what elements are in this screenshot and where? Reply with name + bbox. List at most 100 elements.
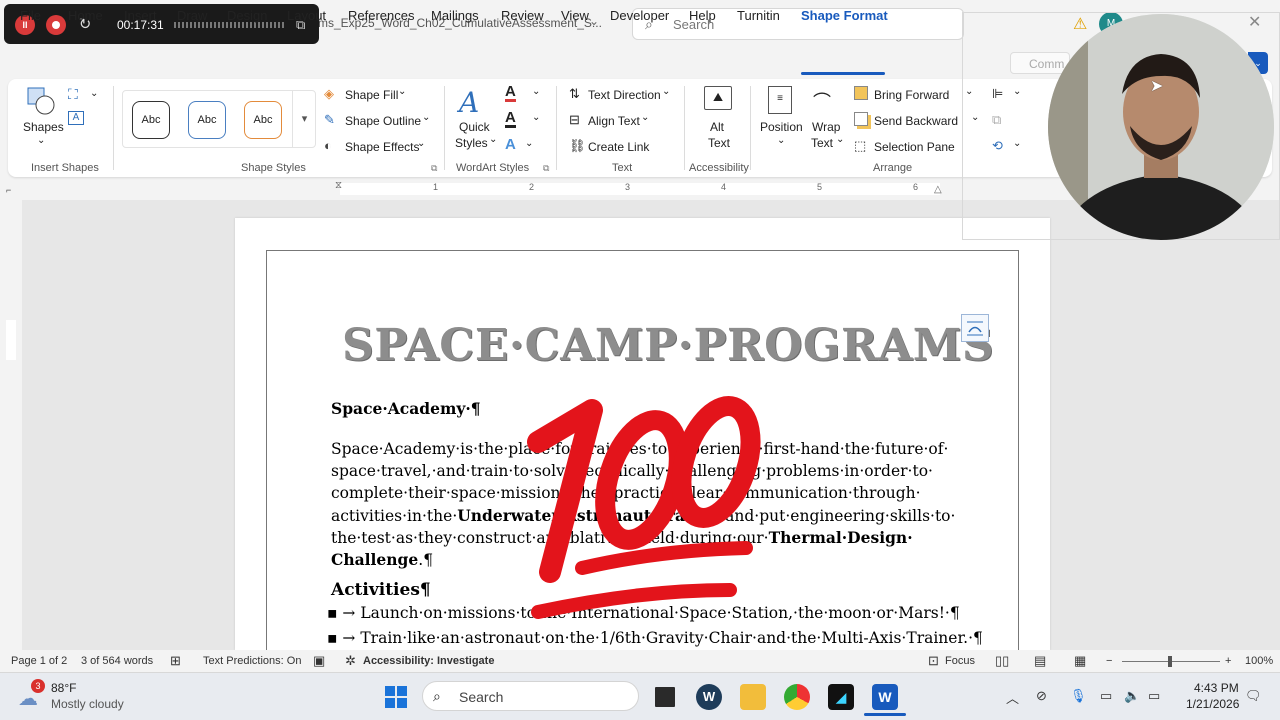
style-swatch-dark[interactable]: Abc bbox=[132, 101, 170, 139]
chrome-icon[interactable] bbox=[784, 684, 810, 710]
zoom-in-icon[interactable]: + bbox=[1225, 655, 1231, 667]
tab-home[interactable]: Home bbox=[68, 8, 103, 23]
pen-outline-icon[interactable]: ✎ bbox=[324, 112, 335, 128]
gallery-more-icon[interactable]: ▾ bbox=[292, 90, 316, 148]
chevron-down-icon[interactable]: ⌄ bbox=[532, 86, 540, 97]
quick-styles-icon[interactable]: A bbox=[459, 86, 479, 119]
text-predictions-status[interactable]: Text Predictions: On bbox=[203, 655, 301, 667]
paint-bucket-icon[interactable]: ◈ bbox=[324, 86, 334, 102]
shape-fill-button[interactable]: Shape Fill bbox=[345, 88, 398, 102]
chevron-down-icon[interactable]: ⌄ bbox=[641, 112, 649, 123]
task-view-icon[interactable] bbox=[652, 684, 678, 710]
align-text-button[interactable]: Align Text bbox=[588, 114, 640, 128]
style-swatch-blue[interactable]: Abc bbox=[188, 101, 226, 139]
text-direction-icon[interactable]: ⇅ bbox=[569, 86, 580, 102]
network-off-icon[interactable]: ⊘ bbox=[1036, 688, 1047, 704]
chevron-down-icon[interactable]: ⌄ bbox=[422, 112, 430, 123]
bring-forward-button[interactable]: Bring Forward bbox=[874, 88, 949, 102]
word-count[interactable]: 3 of 564 words bbox=[81, 655, 153, 667]
clock-time[interactable]: 4:43 PM bbox=[1194, 681, 1239, 695]
edit-shape-chevron-icon[interactable]: ⌄ bbox=[90, 88, 98, 99]
dialog-launcher-icon[interactable]: ⧉ bbox=[431, 163, 437, 174]
layout-options-icon[interactable] bbox=[961, 314, 989, 342]
body-line[interactable]: the·test·as·they·construct·an·ablative·s… bbox=[331, 528, 958, 547]
tab-turnitin[interactable]: Turnitin bbox=[737, 8, 780, 23]
quick-styles-label[interactable]: Quick bbox=[459, 120, 490, 134]
accessibility-status[interactable]: Accessibility: Investigate bbox=[363, 655, 494, 667]
wrap-text-label-2[interactable]: Text bbox=[811, 136, 833, 150]
word-app-icon[interactable]: W bbox=[872, 684, 898, 710]
wrap-text-icon[interactable]: ⌒ bbox=[813, 88, 831, 114]
notifications-icon[interactable]: 🗨 bbox=[1245, 688, 1262, 704]
body-line[interactable]: Challenge.¶ bbox=[331, 550, 958, 569]
chevron-down-icon[interactable]: ⌄ bbox=[662, 86, 670, 97]
text-direction-button[interactable]: Text Direction bbox=[588, 88, 661, 102]
chevron-down-icon[interactable]: ⌄ bbox=[777, 135, 785, 146]
position-icon[interactable]: ≡ bbox=[768, 86, 792, 114]
tab-help[interactable]: Help bbox=[689, 8, 716, 23]
alt-text-icon[interactable]: ⛰ bbox=[704, 86, 732, 110]
zoom-out-icon[interactable]: − bbox=[1106, 655, 1112, 667]
text-effects-icon[interactable]: A bbox=[505, 136, 516, 153]
right-indent-marker-icon[interactable]: △ bbox=[934, 184, 942, 195]
tab-mailings[interactable]: Mailings bbox=[431, 8, 479, 23]
selection-pane-icon[interactable]: ⬚ bbox=[854, 138, 866, 154]
microphone-icon[interactable]: 🎙 bbox=[1070, 688, 1087, 704]
edit-shape-icon[interactable]: ⛶ bbox=[68, 86, 78, 103]
weather-description[interactable]: Mostly cloudy bbox=[51, 697, 124, 711]
bullet-item[interactable]: ▪ → Train·like·an·astronaut·on·the·1/6th… bbox=[327, 629, 983, 647]
file-explorer-icon[interactable] bbox=[740, 684, 766, 710]
proofing-icon[interactable]: ⊞ bbox=[170, 653, 181, 669]
wordpress-app-icon[interactable]: W bbox=[696, 684, 722, 710]
position-label[interactable]: Position bbox=[760, 120, 803, 134]
stop-record-icon[interactable] bbox=[46, 15, 66, 35]
align-text-icon[interactable]: ⊟ bbox=[569, 112, 580, 128]
wrap-text-label[interactable]: Wrap bbox=[812, 120, 840, 134]
indent-marker-icon[interactable]: ⧖ bbox=[335, 180, 342, 191]
clock-date[interactable]: 1/21/2026 bbox=[1186, 697, 1239, 711]
display-icon[interactable]: ▭ bbox=[1100, 688, 1112, 704]
macro-record-icon[interactable]: ▣ bbox=[313, 653, 325, 669]
text-box-icon[interactable]: A bbox=[68, 111, 84, 125]
tab-review[interactable]: Review bbox=[501, 8, 544, 23]
shapes-chevron-icon[interactable]: ⌄ bbox=[37, 135, 45, 146]
windows-start-icon[interactable] bbox=[384, 685, 408, 709]
dialog-launcher-icon[interactable]: ⧉ bbox=[543, 163, 549, 174]
chevron-down-icon[interactable]: ⌄ bbox=[417, 138, 425, 149]
selection-pane-button[interactable]: Selection Pane bbox=[874, 140, 955, 154]
alt-text-label[interactable]: Alt bbox=[710, 120, 724, 134]
web-layout-icon[interactable]: ▦ bbox=[1074, 653, 1086, 669]
tab-shape-format[interactable]: Shape Format bbox=[801, 8, 888, 23]
body-line[interactable]: space·travel,·and·train·to·solve·technic… bbox=[331, 462, 958, 480]
body-line[interactable]: Space·Academy·is·the·place·for·trainees·… bbox=[331, 440, 958, 458]
send-backward-icon[interactable] bbox=[854, 112, 868, 126]
activities-heading[interactable]: Activities¶ bbox=[331, 580, 431, 600]
quick-styles-label-2[interactable]: Styles bbox=[455, 136, 488, 150]
send-backward-button[interactable]: Send Backward bbox=[874, 114, 958, 128]
body-line[interactable]: activities·in·the·Underwater·Astronaut·T… bbox=[331, 506, 958, 525]
read-mode-icon[interactable]: ▯▯ bbox=[995, 653, 1009, 669]
search-input[interactable]: ⌕ Search bbox=[632, 8, 964, 40]
tab-insert[interactable]: Insert bbox=[124, 8, 157, 23]
zoom-level[interactable]: 100% bbox=[1245, 655, 1273, 667]
focus-button[interactable]: Focus bbox=[945, 655, 975, 667]
link-icon[interactable]: ⛓ bbox=[569, 138, 586, 154]
tab-design[interactable]: Design bbox=[227, 8, 267, 23]
tab-developer[interactable]: Developer bbox=[610, 8, 669, 23]
page-count[interactable]: Page 1 of 2 bbox=[11, 655, 67, 667]
chevron-down-icon[interactable]: ⌄ bbox=[525, 138, 533, 149]
taskbar-search-input[interactable]: ⌕ Search bbox=[422, 681, 639, 711]
battery-icon[interactable]: ▭ bbox=[1148, 688, 1160, 704]
text-outline-icon[interactable]: A bbox=[505, 110, 516, 128]
chevron-down-icon[interactable]: ⌄ bbox=[398, 86, 406, 97]
chevron-up-icon[interactable]: ︿ bbox=[1006, 688, 1019, 707]
tab-view[interactable]: View bbox=[561, 8, 589, 23]
chevron-down-icon[interactable]: ⌄ bbox=[532, 112, 540, 123]
text-fill-icon[interactable]: A bbox=[505, 84, 516, 102]
tab-references[interactable]: References bbox=[348, 8, 414, 23]
clipchamp-icon[interactable]: ◢ bbox=[828, 684, 854, 710]
weather-temperature[interactable]: 88°F bbox=[51, 681, 76, 695]
body-line[interactable]: complete·their·space·mission.·They·pract… bbox=[331, 484, 958, 502]
bullet-item[interactable]: ▪ → Launch·on·missions·to·the·Internatio… bbox=[327, 604, 960, 622]
chevron-down-icon[interactable]: ⌄ bbox=[836, 134, 844, 145]
